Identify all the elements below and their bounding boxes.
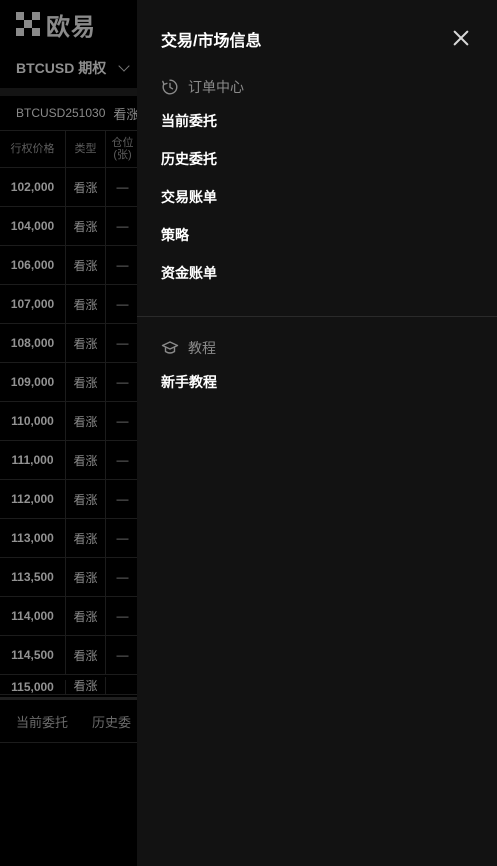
column-header-type: 类型	[66, 131, 106, 167]
menu-item-current-orders[interactable]: 当前委托	[161, 111, 217, 131]
section-header-label: 教程	[188, 340, 216, 356]
option-type: 看涨	[66, 677, 106, 694]
position-value: —	[106, 246, 140, 284]
position-value: —	[106, 324, 140, 362]
logo[interactable]: 欧易	[16, 7, 96, 42]
option-type: 看涨	[66, 558, 106, 596]
option-type: 看涨	[66, 636, 106, 674]
close-icon[interactable]	[449, 26, 473, 50]
logo-text: 欧易	[46, 13, 96, 41]
strike-price: 114,500	[0, 636, 66, 674]
strike-price: 112,000	[0, 480, 66, 518]
strike-price: 110,000	[0, 402, 66, 440]
option-type: 看涨	[66, 246, 106, 284]
strike-price: 108,000	[0, 324, 66, 362]
option-type: 看涨	[66, 441, 106, 479]
option-type: 看涨	[66, 285, 106, 323]
menu-item-trading-bill[interactable]: 交易账单	[161, 187, 217, 207]
side-drawer: 交易/市场信息 订单中心 当前委托 历史委托 交易账单 策略 资金账单 教程 新…	[137, 0, 497, 866]
drawer-divider	[137, 316, 497, 317]
position-value: —	[106, 480, 140, 518]
option-type: 看涨	[66, 519, 106, 557]
strike-price: 111,000	[0, 441, 66, 479]
menu-item-funding-bill[interactable]: 资金账单	[161, 263, 217, 283]
menu-item-beginner-tutorial[interactable]: 新手教程	[161, 372, 217, 392]
chevron-down-icon	[118, 60, 130, 72]
position-value: —	[106, 519, 140, 557]
option-type: 看涨	[66, 207, 106, 245]
strike-price: 106,000	[0, 246, 66, 284]
position-value: —	[106, 168, 140, 206]
option-type: 看涨	[66, 402, 106, 440]
clock-order-icon	[161, 78, 179, 96]
section-header-tutorial: 教程	[161, 338, 216, 358]
strike-price: 109,000	[0, 363, 66, 401]
section-header-label: 订单中心	[188, 79, 244, 95]
column-header-position: 仓位 (张)	[106, 131, 140, 167]
strike-price: 114,000	[0, 597, 66, 635]
position-value: —	[106, 636, 140, 674]
option-type: 看涨	[66, 480, 106, 518]
strike-price: 115,000	[0, 680, 66, 694]
instrument-name: BTCUSD 期权	[16, 60, 107, 76]
contract-name: BTCUSD251030	[16, 106, 106, 120]
position-value: —	[106, 441, 140, 479]
strike-price: 104,000	[0, 207, 66, 245]
column-header-strike: 行权价格	[0, 131, 66, 167]
tab-current-orders[interactable]: 当前委托	[16, 712, 68, 731]
column-header-position-label: 仓位	[111, 137, 134, 149]
position-value: —	[106, 402, 140, 440]
position-value: —	[106, 285, 140, 323]
option-type: 看涨	[66, 597, 106, 635]
menu-item-strategy[interactable]: 策略	[161, 225, 189, 245]
column-header-position-unit: (张)	[113, 149, 132, 161]
strike-price: 107,000	[0, 285, 66, 323]
position-value: —	[106, 363, 140, 401]
position-value: —	[106, 207, 140, 245]
strike-price: 113,000	[0, 519, 66, 557]
position-value: —	[106, 558, 140, 596]
menu-item-order-history[interactable]: 历史委托	[161, 149, 217, 169]
option-type: 看涨	[66, 168, 106, 206]
strike-price: 113,500	[0, 558, 66, 596]
strike-price: 102,000	[0, 168, 66, 206]
graduation-cap-icon	[161, 339, 179, 357]
tab-order-history[interactable]: 历史委	[92, 712, 131, 731]
position-value: —	[106, 597, 140, 635]
option-type: 看涨	[66, 324, 106, 362]
contract-type: 看涨	[113, 106, 140, 122]
okx-logo-icon	[16, 12, 40, 36]
option-type: 看涨	[66, 363, 106, 401]
drawer-title: 交易/市场信息	[161, 33, 262, 50]
section-header-order-center: 订单中心	[161, 77, 244, 97]
